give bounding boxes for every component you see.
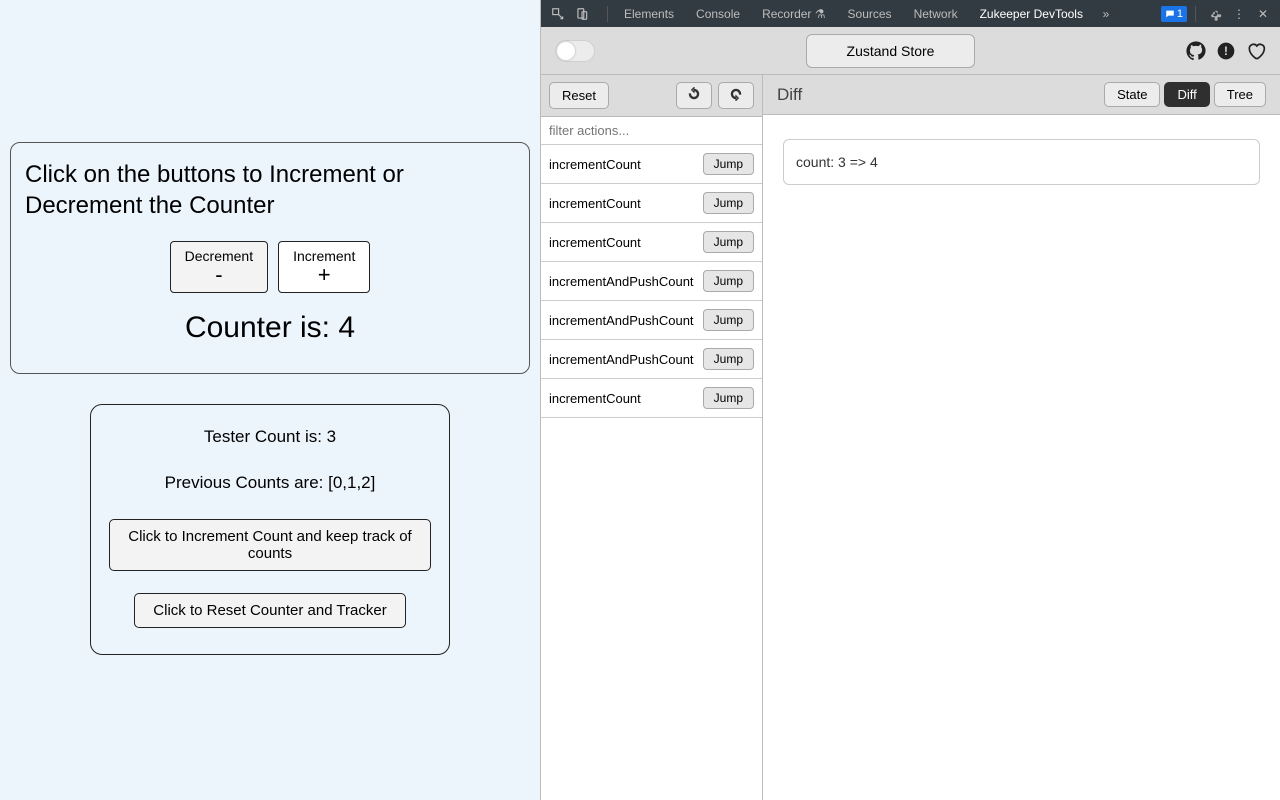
heart-icon[interactable]: [1246, 41, 1266, 61]
view-state-button[interactable]: State: [1104, 82, 1160, 107]
github-icon[interactable]: [1186, 41, 1206, 61]
increment-button[interactable]: Increment +: [278, 241, 370, 293]
divider: [607, 6, 608, 22]
tab-console[interactable]: Console: [686, 1, 750, 27]
messages-count: 1: [1177, 8, 1183, 20]
store-selector-button[interactable]: Zustand Store: [806, 34, 976, 68]
counter-button-row: Decrement - Increment +: [25, 241, 515, 293]
svg-text:!: !: [1224, 45, 1228, 58]
action-name: incrementAndPushCount: [549, 352, 694, 367]
flask-icon: ⚗: [815, 7, 826, 21]
devtools-tabstrip: Elements Console Recorder ⚗ Sources Netw…: [541, 0, 1280, 27]
decrement-button[interactable]: Decrement -: [170, 241, 268, 293]
diff-content: count: 3 => 4: [783, 139, 1260, 185]
view-segmented-control: State Diff Tree: [1104, 82, 1266, 107]
action-name: incrementAndPushCount: [549, 313, 694, 328]
jump-button[interactable]: Jump: [703, 270, 754, 292]
close-icon[interactable]: ✕: [1252, 7, 1274, 21]
redo-button[interactable]: [718, 82, 754, 109]
info-icon[interactable]: !: [1216, 41, 1236, 61]
actions-column: Reset incrementCount Jump incrementCount…: [541, 75, 763, 800]
action-row[interactable]: incrementAndPushCount Jump: [541, 301, 762, 340]
action-row[interactable]: incrementCount Jump: [541, 184, 762, 223]
action-row[interactable]: incrementCount Jump: [541, 145, 762, 184]
jump-button[interactable]: Jump: [703, 309, 754, 331]
track-count-button[interactable]: Click to Increment Count and keep track …: [109, 519, 431, 571]
kebab-icon[interactable]: ⋮: [1228, 7, 1250, 21]
jump-button[interactable]: Jump: [703, 387, 754, 409]
view-tree-button[interactable]: Tree: [1214, 82, 1266, 107]
counter-value: Counter is: 4: [25, 311, 515, 345]
tab-network[interactable]: Network: [904, 1, 968, 27]
app-panel: Click on the buttons to Increment or Dec…: [0, 0, 540, 800]
zukeeper-toolbar: Zustand Store !: [541, 27, 1280, 75]
actions-toolbar: Reset: [541, 75, 762, 117]
action-row[interactable]: incrementCount Jump: [541, 223, 762, 262]
tab-recorder[interactable]: Recorder ⚗: [752, 1, 835, 27]
action-name: incrementAndPushCount: [549, 274, 694, 289]
tester-card: Tester Count is: 3 Previous Counts are: …: [90, 404, 450, 655]
tab-elements[interactable]: Elements: [614, 1, 684, 27]
divider: [1195, 6, 1196, 22]
filter-actions-input[interactable]: [541, 117, 762, 145]
jump-button[interactable]: Jump: [703, 348, 754, 370]
action-name: incrementCount: [549, 196, 641, 211]
reset-actions-button[interactable]: Reset: [549, 82, 609, 109]
tab-sources[interactable]: Sources: [838, 1, 902, 27]
tester-count-text: Tester Count is: 3: [109, 427, 431, 447]
more-tabs-icon[interactable]: »: [1095, 7, 1117, 21]
action-row[interactable]: incrementAndPushCount Jump: [541, 340, 762, 379]
minus-icon: -: [185, 264, 253, 286]
plus-icon: +: [293, 264, 355, 286]
diff-body: count: 3 => 4: [763, 115, 1280, 209]
device-icon[interactable]: [571, 7, 593, 21]
undo-button[interactable]: [676, 82, 712, 109]
reset-tracker-button[interactable]: Click to Reset Counter and Tracker: [134, 593, 405, 628]
counter-heading: Click on the buttons to Increment or Dec…: [25, 159, 515, 221]
diff-column: Diff State Diff Tree count: 3 => 4: [763, 75, 1280, 800]
zukeeper-main: Reset incrementCount Jump incrementCount…: [541, 75, 1280, 800]
jump-button[interactable]: Jump: [703, 231, 754, 253]
action-list: incrementCount Jump incrementCount Jump …: [541, 145, 762, 800]
action-row[interactable]: incrementAndPushCount Jump: [541, 262, 762, 301]
gear-icon[interactable]: [1204, 7, 1226, 21]
jump-button[interactable]: Jump: [703, 153, 754, 175]
dark-mode-toggle[interactable]: [555, 40, 595, 62]
previous-counts-text: Previous Counts are: [0,1,2]: [109, 473, 431, 493]
messages-badge[interactable]: 1: [1161, 6, 1187, 22]
action-name: incrementCount: [549, 157, 641, 172]
view-diff-button[interactable]: Diff: [1164, 82, 1209, 107]
diff-header: Diff State Diff Tree: [763, 75, 1280, 115]
jump-button[interactable]: Jump: [703, 192, 754, 214]
action-name: incrementCount: [549, 391, 641, 406]
devtools-panel: Elements Console Recorder ⚗ Sources Netw…: [540, 0, 1280, 800]
tab-zukeeper[interactable]: Zukeeper DevTools: [970, 1, 1093, 27]
inspect-icon[interactable]: [547, 7, 569, 21]
tab-recorder-label: Recorder: [762, 7, 811, 21]
counter-card: Click on the buttons to Increment or Dec…: [10, 142, 530, 374]
action-row[interactable]: incrementCount Jump: [541, 379, 762, 418]
diff-title: Diff: [777, 85, 1098, 105]
action-name: incrementCount: [549, 235, 641, 250]
